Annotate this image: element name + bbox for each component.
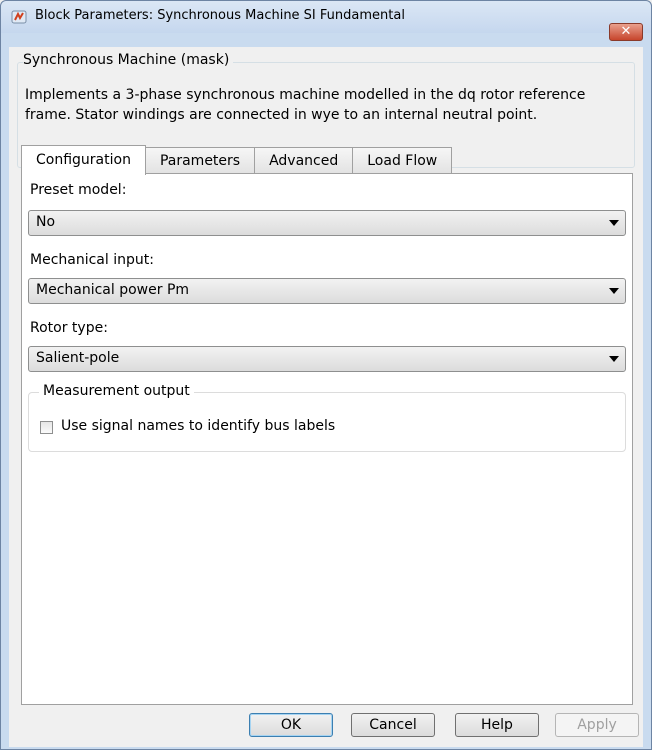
preset-model-dropdown[interactable]: No [28,210,626,236]
use-signal-names-label[interactable]: Use signal names to identify bus labels [61,418,335,434]
preset-model-value: No [36,214,56,230]
tab-configuration[interactable]: Configuration [21,145,146,175]
ok-button[interactable]: OK [249,713,333,737]
cancel-button[interactable]: Cancel [351,713,435,737]
close-icon: ✕ [620,24,632,39]
tab-load-flow[interactable]: Load Flow [352,147,453,173]
tab-bar: Configuration Parameters Advanced Load F… [21,145,453,175]
title-bar[interactable]: Block Parameters: Synchronous Machine SI… [1,1,651,33]
tab-advanced[interactable]: Advanced [254,147,354,173]
mechanical-input-label: Mechanical input: [30,252,154,268]
rotor-type-label: Rotor type: [30,320,108,336]
preset-model-label: Preset model: [30,182,127,198]
dialog-window: Block Parameters: Synchronous Machine SI… [0,0,652,750]
configuration-panel: Preset model: No Mechanical input: Mecha… [21,173,633,705]
mechanical-input-dropdown[interactable]: Mechanical power Pm [28,278,626,304]
close-button[interactable]: ✕ [609,23,643,41]
chevron-down-icon [609,356,619,362]
help-button[interactable]: Help [455,713,539,737]
use-signal-names-checkbox[interactable] [40,421,53,434]
chevron-down-icon [609,220,619,226]
dialog-body: Synchronous Machine (mask) Implements a … [9,47,643,747]
window-title: Block Parameters: Synchronous Machine SI… [35,8,405,23]
description-line: Implements a 3-phase synchronous machine… [25,87,586,103]
mechanical-input-value: Mechanical power Pm [36,282,190,298]
chevron-down-icon [609,288,619,294]
simulink-block-icon [11,10,27,24]
description-line: frame. Stator windings are connected in … [25,107,538,123]
apply-button[interactable]: Apply [555,713,639,737]
rotor-type-value: Salient-pole [36,350,120,366]
tab-parameters[interactable]: Parameters [144,147,256,173]
mask-description: Implements a 3-phase synchronous machine… [25,85,635,125]
rotor-type-dropdown[interactable]: Salient-pole [28,346,626,372]
mask-title: Synchronous Machine (mask) [23,52,234,68]
measurement-output-title: Measurement output [39,383,194,399]
measurement-output-group: Measurement output Use signal names to i… [28,383,626,452]
